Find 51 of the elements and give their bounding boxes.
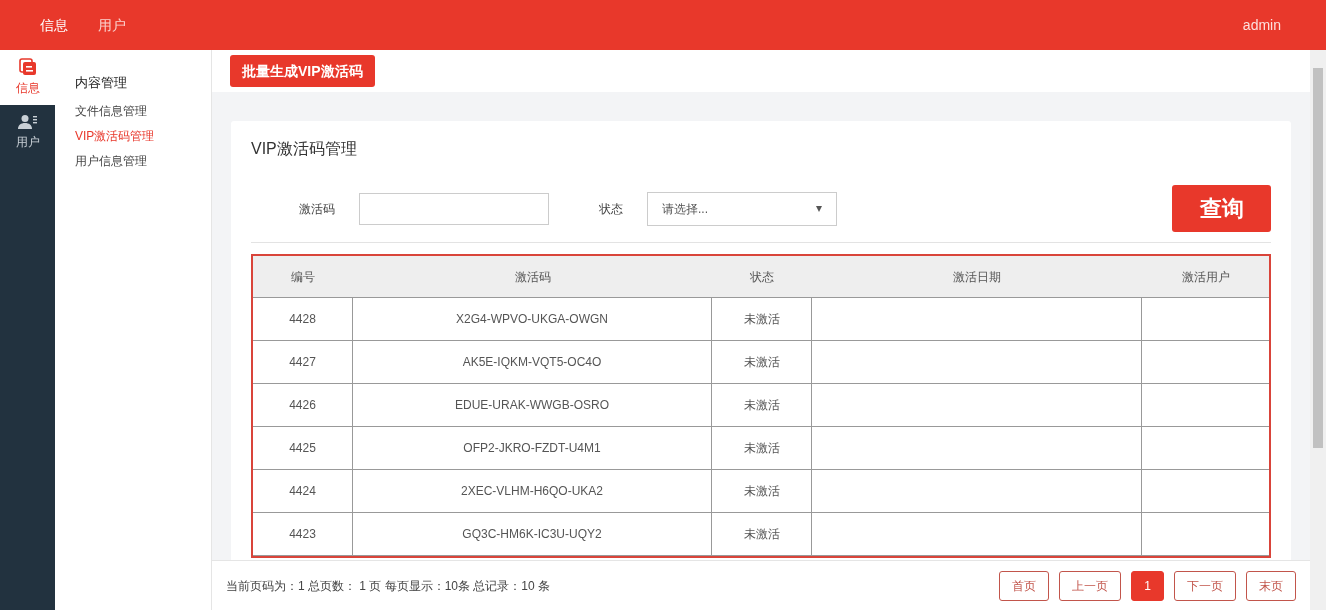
table-cell: 4425 (253, 427, 353, 469)
document-icon (18, 58, 37, 76)
scrollbar-thumb[interactable] (1313, 68, 1323, 448)
card-title: VIP激活码管理 (251, 139, 358, 159)
rail-item[interactable]: 信息 (0, 50, 55, 105)
nav-tab[interactable]: 用户 (98, 14, 126, 36)
sidebar-item[interactable]: VIP激活码管理 (75, 123, 211, 149)
page-button[interactable]: 下一页 (1174, 570, 1236, 601)
user-name[interactable]: admin (1242, 14, 1281, 36)
table-cell: 未激活 (712, 470, 812, 512)
table-cell: AK5E-IQKM-VQT5-OC4O (353, 341, 712, 383)
table-cell: GQ3C-HM6K-IC3U-UQY2 (353, 513, 712, 555)
table-cell: OFP2-JKRO-FZDT-U4M1 (353, 427, 712, 469)
dropdown-arrow-icon (816, 205, 822, 212)
rail-item[interactable]: 用户 (0, 105, 55, 160)
code-input-field[interactable] (359, 192, 549, 225)
table-cell: 未激活 (712, 427, 812, 469)
column-header: 激活用户 (1180, 268, 1231, 286)
page-summary: 当前页码为：1 总页数： 1 页 每页显示：10条 总记录：10 条 (226, 577, 551, 595)
page-button[interactable]: 1 (1131, 570, 1164, 601)
rail-label: 用户 (15, 134, 40, 151)
field-label: 状态 (599, 200, 624, 218)
table-cell: X2G4-WPVO-UKGA-OWGN (353, 298, 712, 340)
status-select[interactable]: 请选择... (647, 191, 837, 226)
sidebar-item[interactable]: 用户信息管理 (75, 148, 211, 174)
page-button[interactable]: 末页 (1246, 570, 1296, 601)
sidebar-item[interactable]: 文件信息管理 (75, 98, 211, 124)
user-icon (17, 114, 38, 130)
nav-tab[interactable]: 信息 (40, 14, 68, 36)
table-cell: 4427 (253, 341, 353, 383)
batch-generate-button[interactable]: 批量生成VIP激活码 (230, 55, 375, 87)
table-cell: 4428 (253, 298, 353, 340)
query-button[interactable]: 查询 (1172, 185, 1271, 232)
sidebar-heading: 内容管理 (75, 74, 128, 92)
table-cell: 未激活 (712, 298, 812, 340)
table-cell: 4426 (253, 384, 353, 426)
table-cell: 未激活 (712, 513, 812, 555)
table-cell: 2XEC-VLHM-H6QO-UKA2 (353, 470, 712, 512)
table-cell: 4423 (253, 513, 353, 555)
column-header: 状态 (749, 268, 775, 286)
table-cell: 未激活 (712, 384, 812, 426)
table-cell: EDUE-URAK-WWGB-OSRO (353, 384, 712, 426)
column-header: 激活码 (513, 268, 552, 286)
field-label: 激活码 (299, 200, 336, 218)
table-cell: 未激活 (712, 341, 812, 383)
table-cell: 4424 (253, 470, 353, 512)
column-header: 激活日期 (952, 268, 1002, 286)
page-button[interactable]: 上一页 (1059, 570, 1122, 601)
column-header: 编号 (290, 268, 316, 286)
rail-label: 信息 (15, 80, 40, 97)
page-button[interactable]: 首页 (999, 570, 1050, 601)
